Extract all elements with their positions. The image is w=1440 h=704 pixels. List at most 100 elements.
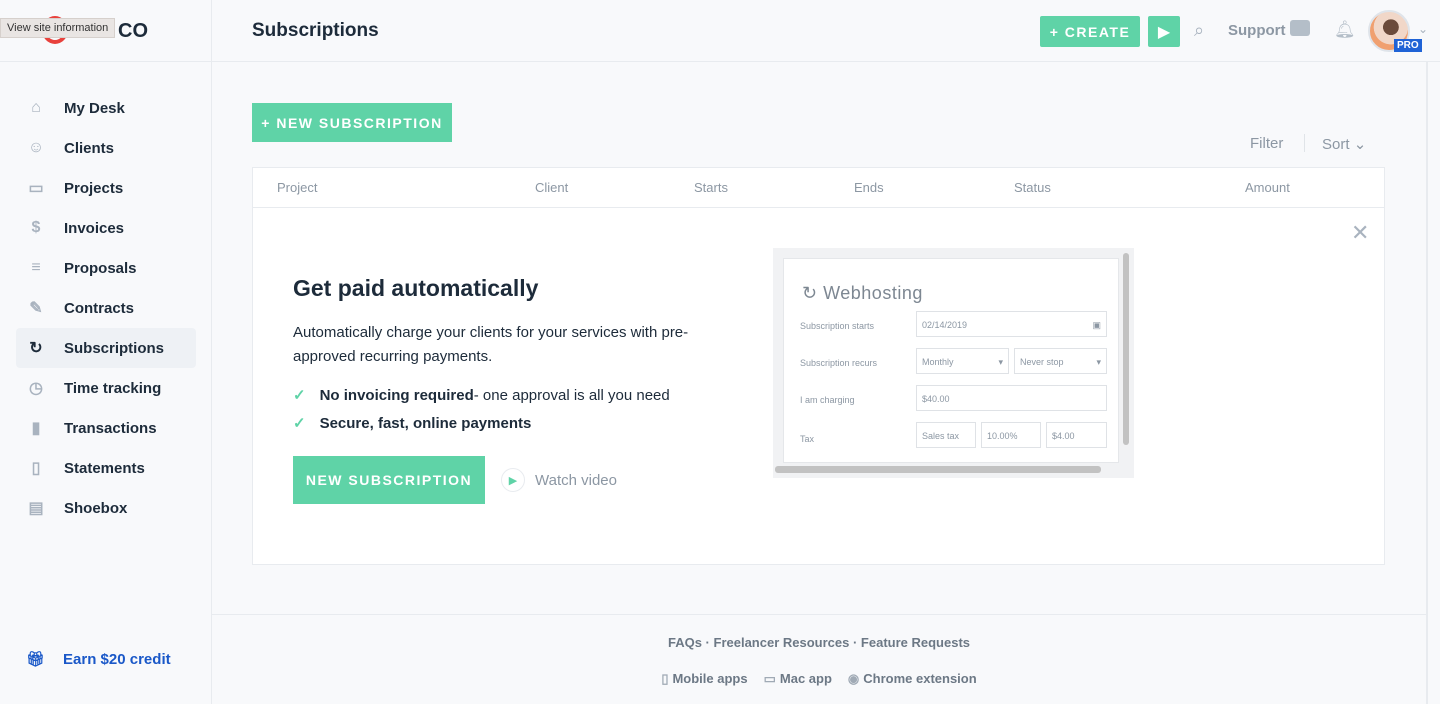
sidebar-item-proposals[interactable]: ≡ Proposals <box>16 248 196 288</box>
column-starts[interactable]: Starts <box>694 180 728 195</box>
sidebar-item-label: Statements <box>64 459 145 477</box>
recurs-value: Monthly <box>922 357 954 367</box>
chat-icon[interactable] <box>1290 20 1310 36</box>
search-icon[interactable]: ⌕ <box>1194 20 1204 41</box>
app-links: ▯ Mobile apps ▭ Mac app ◉ Chrome extension <box>212 671 1426 687</box>
users-icon: ☺ <box>27 139 45 156</box>
benefit-bold: Secure, fast, online payments <box>319 414 532 432</box>
recurs-label: Subscription recurs <box>800 358 878 368</box>
chrome-icon: ◉ <box>847 671 860 686</box>
column-amount[interactable]: Amount <box>1245 180 1290 195</box>
mobile-apps-link[interactable]: ▯ Mobile apps <box>661 671 747 687</box>
scrollbar[interactable] <box>1426 62 1428 704</box>
archive-icon: ▤ <box>28 500 44 517</box>
sidebar-item-label: Clients <box>64 139 115 157</box>
chrome-extension-label: Chrome extension <box>863 671 977 686</box>
benefit-item: ✓ Secure, fast, online payments <box>293 414 532 433</box>
close-icon[interactable]: ✕ <box>1351 220 1369 246</box>
sidebar-item-invoices[interactable]: $ Invoices <box>16 208 196 248</box>
document-icon: ≡ <box>31 259 41 276</box>
sort-button[interactable]: Sort ⌄ <box>1322 135 1366 153</box>
sidebar-item-clients[interactable]: ☺ Clients <box>16 128 196 168</box>
top-bar: Subscriptions + CREATE ▶ ⌕ Support 🔔︎ PR… <box>212 0 1440 62</box>
freelancer-resources-link[interactable]: Freelancer Resources <box>714 635 850 650</box>
edit-icon: ✎ <box>29 300 43 317</box>
preview-horizontal-scrollbar[interactable] <box>775 466 1101 473</box>
footer-links: FAQs · Freelancer Resources · Feature Re… <box>667 635 971 650</box>
new-subscription-button[interactable]: + NEW SUBSCRIPTION <box>252 103 452 142</box>
bar-chart-icon: ▮ <box>31 420 41 437</box>
charging-field: $40.00 <box>916 385 1107 411</box>
sidebar-item-label: Time tracking <box>64 379 162 397</box>
starts-value: 02/14/2019 <box>922 320 968 330</box>
tax-label: Tax <box>800 434 815 444</box>
logo[interactable]: CO View site information <box>0 0 211 62</box>
sidebar-item-shoebox[interactable]: ▤ Shoebox <box>16 488 196 528</box>
dollar-icon: $ <box>31 219 41 236</box>
sidebar-item-statements[interactable]: ▯ Statements <box>16 448 196 488</box>
create-button[interactable]: + CREATE <box>1040 16 1140 47</box>
play-button[interactable]: ▶ <box>1148 16 1180 47</box>
subscription-preview: ↻ Webhosting Subscription starts 02/14/2… <box>773 248 1134 478</box>
starts-label: Subscription starts <box>800 321 875 331</box>
chrome-extension-link[interactable]: ◉ Chrome extension <box>848 671 977 687</box>
filter-button[interactable]: Filter <box>1250 135 1283 152</box>
sidebar-nav: ⌂ My Desk ☺ Clients ▭ Projects $ Invoices ≡ Propo… <box>16 88 196 528</box>
preview-title: ↻ Webhosting <box>802 283 923 304</box>
check-icon: ✓ <box>293 387 306 404</box>
column-status[interactable]: Status <box>1014 180 1051 195</box>
mac-app-link[interactable]: ▭ Mac app <box>764 671 832 687</box>
chevron-down-icon: ⌄ <box>1353 136 1367 153</box>
bell-icon[interactable]: 🔔︎ <box>1334 20 1356 40</box>
preview-title-text: Webhosting <box>823 283 923 303</box>
site-info-tooltip: View site information <box>0 18 116 38</box>
sidebar-item-transactions[interactable]: ▮ Transactions <box>16 408 196 448</box>
starts-field: 02/14/2019 ▣ <box>916 311 1107 337</box>
book-icon: ▯ <box>31 460 41 477</box>
faqs-link[interactable]: FAQs <box>668 635 702 650</box>
logo-text: CO <box>118 20 148 42</box>
sidebar-item-label: Transactions <box>64 419 157 437</box>
sidebar-item-label: Contracts <box>64 299 135 317</box>
support-link[interactable]: Support <box>1228 22 1286 39</box>
subscriptions-table: Project Client Starts Ends Status Amount… <box>252 167 1385 565</box>
sort-label: Sort <box>1322 136 1350 153</box>
sidebar-item-label: Proposals <box>64 259 137 277</box>
calendar-icon: ▣ <box>1092 320 1101 330</box>
preview-vertical-scrollbar[interactable] <box>1123 253 1129 445</box>
sidebar-item-label: Invoices <box>64 219 125 237</box>
recurs-select: Monthly ▾ <box>916 348 1009 374</box>
column-project[interactable]: Project <box>277 180 317 195</box>
column-client[interactable]: Client <box>535 180 568 195</box>
phone-icon: ▯ <box>661 671 669 686</box>
sidebar-item-contracts[interactable]: ✎ Contracts <box>16 288 196 328</box>
pro-badge: PRO <box>1394 39 1422 52</box>
folder-icon: ▭ <box>28 180 44 197</box>
chevron-down-icon[interactable]: ⌄ <box>1418 22 1428 36</box>
sidebar-item-my-desk[interactable]: ⌂ My Desk <box>16 88 196 128</box>
sidebar: CO View site information ⌂ My Desk ☺ Client… <box>0 0 212 704</box>
watch-video-link[interactable]: ▶ Watch video <box>501 468 617 492</box>
benefit-bold: No invoicing required <box>319 386 474 404</box>
sidebar-item-subscriptions[interactable]: ↻ Subscriptions <box>16 328 196 368</box>
feature-requests-link[interactable]: Feature Requests <box>861 635 970 650</box>
mobile-apps-label: Mobile apps <box>672 671 748 686</box>
earn-credit-link[interactable]: 🎁︎ Earn $20 credit <box>26 650 171 669</box>
new-subscription-cta[interactable]: NEW SUBSCRIPTION <box>293 456 485 504</box>
page-title: Subscriptions <box>252 20 379 41</box>
sidebar-item-projects[interactable]: ▭ Projects <box>16 168 196 208</box>
gift-icon: 🎁︎ <box>26 651 46 668</box>
benefit-text: - one approval is all you need <box>473 386 670 404</box>
table-header: Project Client Starts Ends Status Amount <box>253 168 1384 208</box>
tax-amount-field: $4.00 <box>1046 422 1107 448</box>
end-value: Never stop <box>1020 357 1064 367</box>
charging-label: I am charging <box>800 395 855 405</box>
benefit-item: ✓ No invoicing required - one approval is… <box>293 386 670 405</box>
empty-state-description: Automatically charge your clients for yo… <box>293 324 689 365</box>
column-ends[interactable]: Ends <box>854 180 884 195</box>
footer: FAQs · Freelancer Resources · Feature Re… <box>212 614 1426 704</box>
sidebar-item-time-tracking[interactable]: ◷ Time tracking <box>16 368 196 408</box>
caret-icon: ▾ <box>998 357 1003 367</box>
refresh-icon: ↻ <box>802 283 818 303</box>
tax-name-field: Sales tax <box>916 422 976 448</box>
